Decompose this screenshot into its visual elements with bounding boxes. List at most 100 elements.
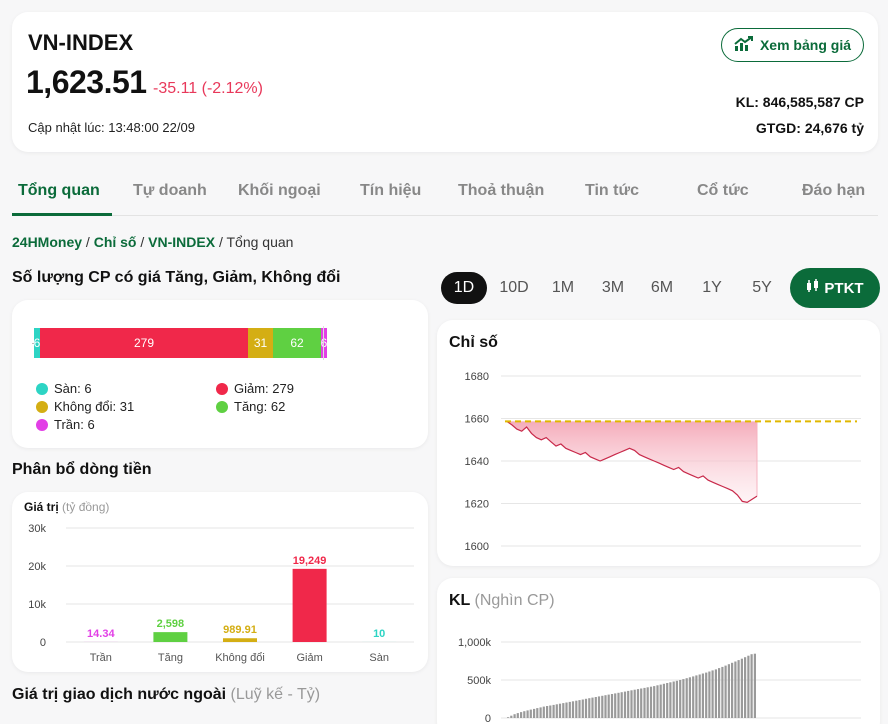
volume-bar bbox=[633, 689, 636, 718]
period-1y[interactable]: 1Y bbox=[689, 272, 735, 304]
volume-bar bbox=[718, 668, 721, 718]
index-change: -35.11 (-2.12%) bbox=[153, 80, 263, 97]
volume-bar bbox=[520, 712, 523, 718]
volume-bar bbox=[643, 687, 646, 718]
volume-bar bbox=[646, 687, 649, 718]
flow-bar bbox=[223, 638, 257, 642]
volume-bar bbox=[610, 694, 614, 718]
flow-data-label: 989.91 bbox=[223, 624, 257, 636]
flow-x-tick: Không đổi bbox=[215, 652, 265, 664]
volume-bar bbox=[627, 690, 630, 718]
volume-bar bbox=[662, 683, 665, 718]
volume-bar bbox=[594, 697, 597, 718]
flow-y-tick: 30k bbox=[28, 523, 46, 535]
volume-bar bbox=[724, 665, 727, 718]
volume-bar bbox=[753, 653, 756, 718]
volume-bar bbox=[526, 710, 529, 718]
flow-title: Phân bổ dòng tiền bbox=[12, 461, 152, 478]
breadth-card: 6 279 31 62 6 Sàn: 6 Giảm: 279 Không đổi… bbox=[12, 300, 428, 448]
breadcrumb-vnindex[interactable]: VN-INDEX bbox=[148, 234, 215, 250]
volume-chart: 1,000k 500k 0 bbox=[458, 637, 861, 724]
volume-bar bbox=[588, 698, 591, 718]
period-6m[interactable]: 6M bbox=[639, 272, 685, 304]
breadcrumb: 24HMoney / Chỉ số / VN-INDEX / Tổng quan bbox=[12, 234, 293, 250]
volume-bar bbox=[546, 706, 549, 718]
ptkt-button[interactable]: PTKT bbox=[790, 268, 880, 308]
period-1d[interactable]: 1D bbox=[441, 272, 487, 304]
legend-tang: Tăng: 62 bbox=[216, 399, 285, 414]
volume-bar bbox=[711, 670, 714, 718]
bar-seg-tran: 6 bbox=[321, 328, 327, 358]
volume-bar bbox=[565, 702, 568, 718]
flow-data-label: 14.34 bbox=[87, 628, 115, 640]
breadcrumb-home[interactable]: 24HMoney bbox=[12, 234, 82, 250]
flow-x-tick: Giảm bbox=[296, 652, 322, 664]
period-5y[interactable]: 5Y bbox=[739, 272, 785, 304]
volume-bar bbox=[623, 691, 627, 718]
tab-bar: Tổng quan Tự doanh Khối ngoại Tín hiệu T… bbox=[12, 168, 878, 216]
volume-bar bbox=[666, 683, 669, 718]
index-name: VN-INDEX bbox=[28, 30, 134, 55]
volume-bar bbox=[555, 704, 558, 718]
tab-proprietary[interactable]: Tự doanh bbox=[133, 182, 207, 200]
volume-bar bbox=[510, 715, 513, 718]
breadcrumb-indices[interactable]: Chỉ số bbox=[94, 234, 137, 250]
volume-bar bbox=[672, 681, 675, 718]
bar-end-line bbox=[323, 326, 324, 360]
tab-negotiated[interactable]: Thoả thuận bbox=[458, 182, 544, 200]
volume-bar bbox=[659, 684, 662, 718]
volume-bar bbox=[549, 705, 552, 718]
price-board-label: Xem bảng giá bbox=[759, 37, 851, 53]
ptkt-label: PTKT bbox=[824, 279, 864, 297]
flow-y-tick: 20k bbox=[28, 561, 46, 573]
volume-bar bbox=[731, 662, 734, 718]
flow-chart: 30k 20k 10k 0 14.34 Trần 2,598 Tăng 989.91 Không … bbox=[28, 523, 414, 664]
index-value: 1,623.51 bbox=[26, 64, 147, 100]
tab-overview[interactable]: Tổng quan bbox=[18, 182, 100, 200]
volume-bar bbox=[721, 666, 724, 718]
flow-data-label: 10 bbox=[373, 628, 385, 640]
volume-bar bbox=[581, 699, 584, 718]
period-10d[interactable]: 10D bbox=[491, 272, 537, 304]
flow-data-label: 19,249 bbox=[293, 555, 327, 567]
flow-x-tick: Sàn bbox=[369, 652, 389, 664]
volume-bar bbox=[705, 672, 708, 718]
volume-bar bbox=[714, 669, 717, 718]
price-board-button[interactable]: Xem bảng giá bbox=[720, 28, 864, 62]
index-area bbox=[507, 421, 757, 503]
period-3m[interactable]: 3M bbox=[590, 272, 636, 304]
volume-bar bbox=[620, 692, 623, 718]
breadth-title: Số lượng CP có giá Tăng, Giảm, Không đổi bbox=[12, 269, 341, 286]
volume-bar bbox=[523, 711, 526, 718]
volume-y-tick: 0 bbox=[485, 713, 491, 724]
bar-seg-giam: 279 bbox=[40, 328, 248, 358]
volume-bar bbox=[640, 688, 643, 718]
flow-x-tick: Tăng bbox=[158, 652, 183, 664]
volume-stat: KL: 846,585,587 CP bbox=[735, 94, 864, 110]
tab-signals[interactable]: Tín hiệu bbox=[360, 182, 421, 200]
breadcrumb-separator: / bbox=[215, 234, 227, 250]
tab-dividends[interactable]: Cổ tức bbox=[697, 182, 749, 200]
tab-news[interactable]: Tin tức bbox=[585, 182, 639, 200]
foreign-title: Giá trị giao dịch nước ngoài (Luỹ kế - T… bbox=[12, 686, 321, 703]
period-1m[interactable]: 1M bbox=[540, 272, 586, 304]
index-y-tick: 1640 bbox=[465, 456, 489, 468]
candlestick-icon bbox=[806, 279, 820, 297]
volume-bar bbox=[737, 660, 740, 718]
tab-maturity[interactable]: Đáo hạn bbox=[802, 182, 865, 200]
tab-foreign[interactable]: Khối ngoại bbox=[238, 182, 321, 200]
turnover-stat: GTGD: 24,676 tỷ bbox=[755, 120, 864, 136]
bar-seg-tang: 62 bbox=[273, 328, 321, 358]
volume-bar bbox=[614, 693, 617, 718]
volume-bar bbox=[685, 678, 688, 718]
period-selector: 1D 10D 1M 3M 6M 1Y 5Y PTKT bbox=[440, 268, 880, 308]
volume-bar bbox=[578, 700, 581, 718]
volume-bar bbox=[750, 654, 753, 718]
breadcrumb-separator: / bbox=[82, 234, 94, 250]
volume-bar bbox=[698, 674, 701, 718]
legend-san: Sàn: 6 bbox=[36, 381, 92, 396]
volume-bar bbox=[747, 655, 750, 718]
index-y-tick: 1660 bbox=[465, 414, 489, 426]
legend-tran: Trần: 6 bbox=[36, 417, 95, 432]
volume-bar bbox=[701, 673, 704, 718]
